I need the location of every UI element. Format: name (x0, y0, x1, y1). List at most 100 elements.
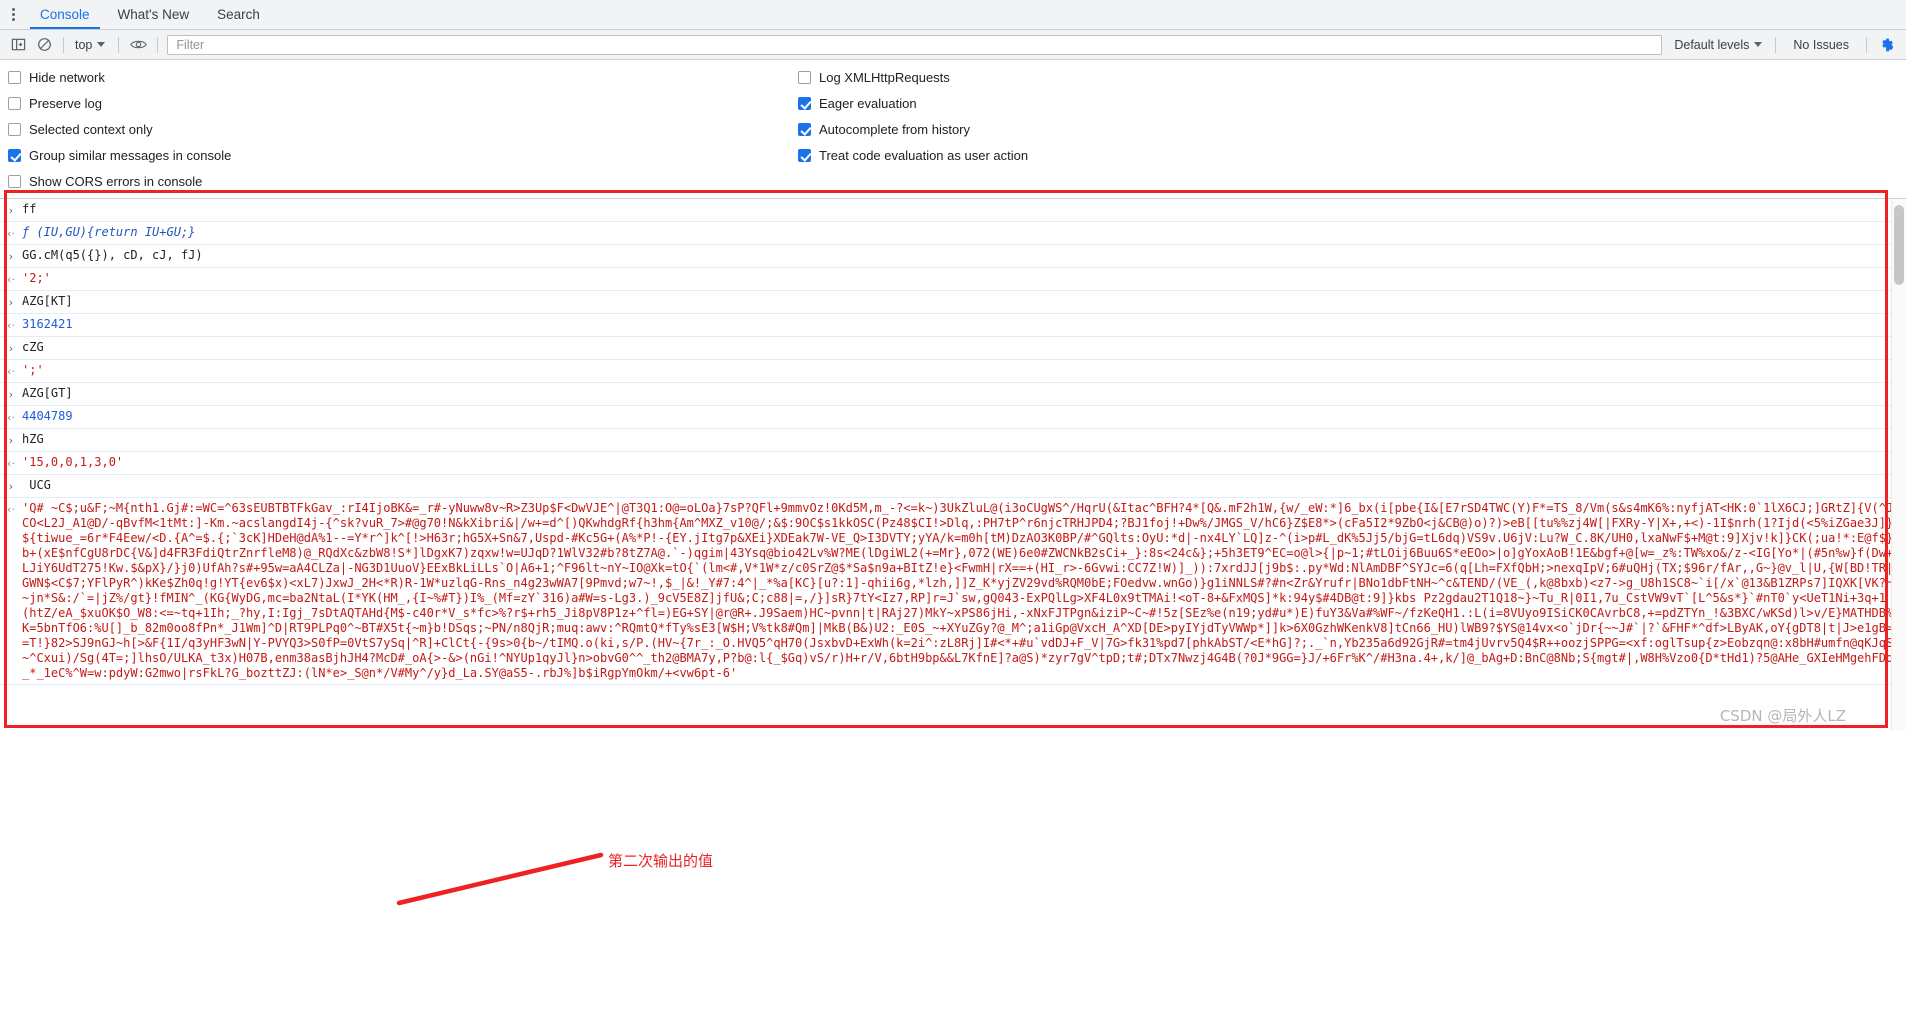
hide-network-checkbox[interactable] (8, 71, 21, 84)
console-message-row[interactable]: › UCG (0, 475, 1906, 498)
chevron-down-icon (1754, 42, 1763, 47)
console-output-marker-icon: ‹· (7, 411, 15, 424)
console-message-row[interactable]: › GG.cM(q5({}), cD, cJ, fJ) (0, 245, 1906, 268)
preserve-log-checkbox[interactable] (8, 97, 21, 110)
console-scrollbar-thumb[interactable] (1894, 205, 1904, 285)
console-output-wrapper: › ff ‹· ƒ (IU,GU){return IU+GU;} › GG.cM(q5({… (0, 199, 1906, 731)
console-message-text: ';' (22, 363, 44, 377)
selected-context-only-checkbox[interactable] (8, 123, 21, 136)
autocomplete-history-label: Autocomplete from history (819, 122, 971, 137)
tab-search[interactable]: Search (203, 0, 274, 29)
setting-show-cors-errors[interactable]: Show CORS errors in console (8, 174, 788, 189)
console-settings-pane: Hide network Preserve log Selected conte… (0, 60, 1906, 199)
console-input-marker-icon: › (8, 296, 14, 309)
console-input-marker-icon: › (8, 480, 14, 493)
console-message-row[interactable]: ‹· ';' (0, 360, 1906, 383)
console-message-row[interactable]: ‹· 4404789 (0, 406, 1906, 429)
console-message-row[interactable]: ‹· 3162421 (0, 314, 1906, 337)
console-message-row[interactable]: › AZG[GT] (0, 383, 1906, 406)
show-cors-errors-label: Show CORS errors in console (29, 174, 203, 189)
treat-code-eval-label: Treat code evaluation as user action (819, 148, 1029, 163)
group-similar-checkbox[interactable] (8, 149, 21, 162)
console-message-text: 'Q# ~C$;u&F;~M{nth1.Gj#:=WC=^63sEUBTBTFk… (22, 501, 1894, 680)
show-cors-errors-checkbox[interactable] (8, 175, 21, 188)
log-levels-dropdown[interactable]: Default levels (1668, 38, 1768, 52)
selected-context-only-label: Selected context only (29, 122, 153, 137)
setting-eager-evaluation[interactable]: Eager evaluation (798, 96, 1028, 111)
setting-treat-code-eval[interactable]: Treat code evaluation as user action (798, 148, 1028, 163)
console-message-text: ƒ (IU,GU){return IU+GU;} (22, 225, 196, 239)
console-message-row[interactable]: › ff (0, 199, 1906, 222)
tab-whats-new-label: What's New (117, 7, 190, 22)
eager-evaluation-label: Eager evaluation (819, 96, 917, 111)
hide-network-label: Hide network (29, 70, 105, 85)
console-message-row[interactable]: › cZG (0, 337, 1906, 360)
settings-gear-icon[interactable] (1874, 37, 1900, 53)
execution-context-value: top (75, 37, 93, 52)
console-message-text: 3162421 (22, 317, 73, 331)
console-message-row[interactable]: ‹· ƒ (IU,GU){return IU+GU;} (0, 222, 1906, 245)
issues-counter[interactable]: No Issues (1783, 38, 1859, 52)
toolbar-divider-5 (1866, 36, 1867, 53)
console-scrollbar[interactable] (1891, 199, 1906, 731)
log-xhr-checkbox[interactable] (798, 71, 811, 84)
autocomplete-history-checkbox[interactable] (798, 123, 811, 136)
console-message-row[interactable]: › hZG (0, 429, 1906, 452)
filter-input-wrapper[interactable] (167, 34, 1663, 55)
annotation-text: 第二次输出的值 (608, 852, 714, 870)
chevron-down-icon (97, 42, 106, 47)
clear-console-icon[interactable] (32, 34, 56, 56)
console-toolbar: top Default levels No Issues (0, 30, 1906, 60)
annotation-arrow-icon (396, 852, 604, 906)
console-message-text: UCG (22, 478, 51, 492)
console-message-list[interactable]: › ff ‹· ƒ (IU,GU){return IU+GU;} › GG.cM(q5({… (0, 199, 1906, 731)
issues-label: No Issues (1793, 37, 1849, 52)
setting-log-xhr[interactable]: Log XMLHttpRequests (798, 70, 1028, 85)
console-message-text: cZG (22, 340, 44, 354)
execution-context-selector[interactable]: top (71, 37, 111, 53)
setting-group-similar[interactable]: Group similar messages in console (8, 148, 788, 163)
tab-search-label: Search (217, 7, 260, 22)
kebab-menu-icon[interactable] (0, 0, 26, 29)
eager-evaluation-checkbox[interactable] (798, 97, 811, 110)
console-input-marker-icon: › (8, 342, 14, 355)
console-output-marker-icon: ‹· (7, 319, 15, 332)
treat-code-eval-checkbox[interactable] (798, 149, 811, 162)
console-message-row[interactable]: ‹· '15,0,0,1,3,0' (0, 452, 1906, 475)
settings-left-column: Hide network Preserve log Selected conte… (8, 70, 788, 189)
toolbar-divider-3 (157, 36, 159, 53)
console-message-text: AZG[GT] (22, 386, 73, 400)
console-message-text: hZG (22, 432, 44, 446)
tab-console[interactable]: Console (26, 0, 104, 29)
setting-autocomplete-history[interactable]: Autocomplete from history (798, 122, 1028, 137)
log-levels-label: Default levels (1674, 37, 1750, 52)
console-output-marker-icon: ‹· (7, 273, 15, 286)
console-message-row[interactable]: ‹· 'Q# ~C$;u&F;~M{nth1.Gj#:=WC=^63sEUBTBT… (0, 498, 1906, 685)
console-message-row[interactable]: ‹· '2;' (0, 268, 1906, 291)
console-output-marker-icon: ‹· (7, 457, 15, 470)
filter-input[interactable] (174, 36, 1656, 53)
console-output-marker-icon: ‹· (7, 227, 15, 240)
tab-console-label: Console (40, 7, 90, 22)
console-input-marker-icon: › (8, 250, 14, 263)
console-input-marker-icon: › (8, 388, 14, 401)
console-message-text: '2;' (22, 271, 51, 285)
toolbar-divider-1 (63, 36, 64, 53)
preserve-log-label: Preserve log (29, 96, 102, 111)
console-message-text: ff (22, 202, 37, 216)
setting-hide-network[interactable]: Hide network (8, 70, 788, 85)
console-message-text: AZG[KT] (22, 294, 73, 308)
console-input-marker-icon: › (8, 434, 14, 447)
toolbar-divider-2 (118, 36, 120, 53)
setting-selected-context-only[interactable]: Selected context only (8, 122, 788, 137)
create-live-expression-icon[interactable] (126, 34, 150, 56)
devtools-tabstrip: Console What's New Search (0, 0, 1906, 30)
console-output-marker-icon: ‹· (7, 503, 15, 516)
settings-right-column: Log XMLHttpRequests Eager evaluation Aut… (798, 70, 1028, 186)
console-message-row[interactable]: › AZG[KT] (0, 291, 1906, 314)
setting-preserve-log[interactable]: Preserve log (8, 96, 788, 111)
console-message-text: GG.cM(q5({}), cD, cJ, fJ) (22, 248, 203, 262)
show-console-sidebar-icon[interactable] (6, 34, 30, 56)
tab-whats-new[interactable]: What's New (104, 0, 204, 29)
group-similar-label: Group similar messages in console (29, 148, 232, 163)
